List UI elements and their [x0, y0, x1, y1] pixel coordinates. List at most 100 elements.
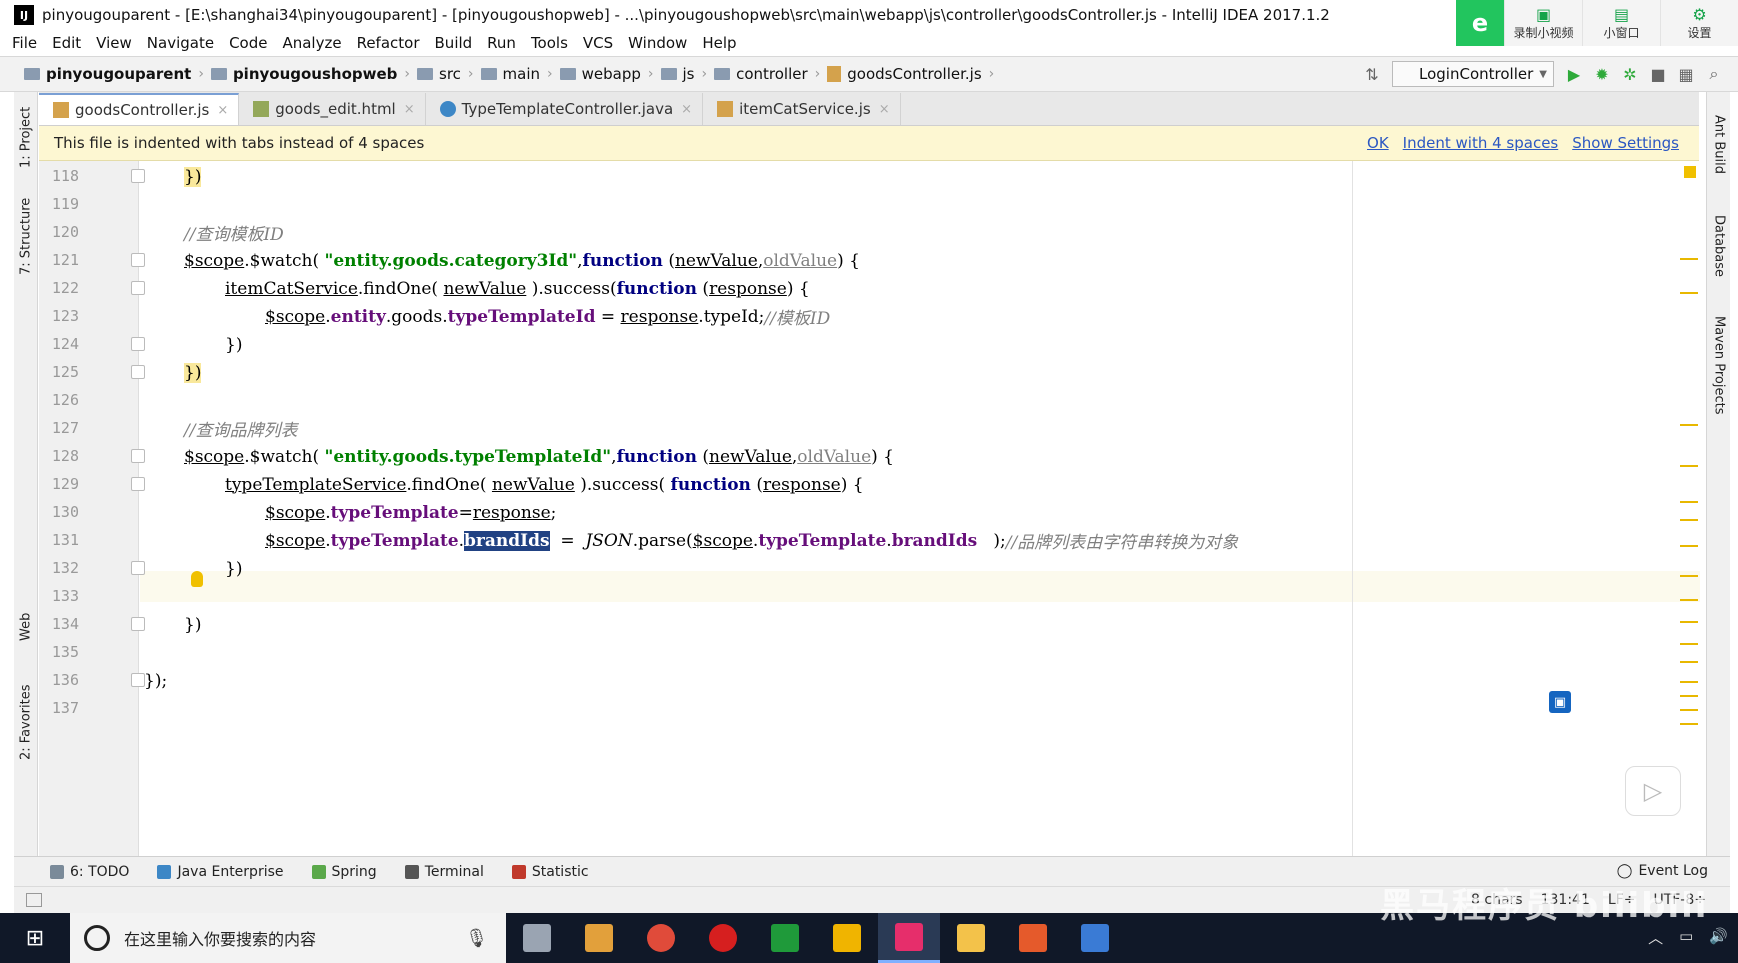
- project-structure-icon[interactable]: ▦: [1672, 61, 1700, 87]
- tab-item-cat-service[interactable]: itemCatService.js ×: [703, 93, 901, 125]
- settings-button[interactable]: ⚙ 设置: [1660, 0, 1738, 46]
- tool-windows-toggle-icon[interactable]: [26, 893, 42, 907]
- mini-window-button[interactable]: ▤ 小窗口: [1582, 0, 1660, 46]
- menu-refactor[interactable]: Refactor: [357, 34, 420, 52]
- fold-marker[interactable]: [131, 281, 145, 295]
- close-icon[interactable]: ×: [217, 103, 228, 118]
- todo-tool-button[interactable]: 6: TODO: [50, 864, 129, 880]
- taskbar-app-green-icon[interactable]: [754, 913, 816, 963]
- menu-build[interactable]: Build: [435, 34, 473, 52]
- menu-code[interactable]: Code: [229, 34, 267, 52]
- code-line-134: }): [184, 614, 202, 635]
- statistic-tool-button[interactable]: Statistic: [511, 864, 589, 880]
- task-view-icon[interactable]: [506, 913, 568, 963]
- tab-type-template-controller[interactable]: TypeTemplateController.java ×: [426, 93, 704, 125]
- tool-tab-ant-build[interactable]: Ant Build: [1707, 98, 1731, 190]
- fold-marker[interactable]: [131, 365, 145, 379]
- code-editor[interactable]: 118 119 120 121 122 123 124 125 126 127 …: [39, 161, 1700, 856]
- menu-window[interactable]: Window: [628, 34, 687, 52]
- taskbar-app-red-icon[interactable]: [692, 913, 754, 963]
- run-icon[interactable]: ▶: [1560, 61, 1588, 87]
- search-icon[interactable]: ⌕: [1700, 61, 1728, 87]
- code-line-130: $scope. typeTemplate = response;: [265, 502, 557, 523]
- java-enterprise-tool-button[interactable]: Java Enterprise: [157, 864, 284, 880]
- line-number: 127: [51, 419, 79, 437]
- left-tool-strip: 1: Project 7: Structure Web 2: Favorites: [14, 92, 38, 856]
- coverage-icon[interactable]: ✲: [1616, 61, 1644, 87]
- menu-file[interactable]: File: [12, 34, 37, 52]
- stop-icon[interactable]: ■: [1644, 61, 1672, 87]
- breadcrumb-src[interactable]: src: [417, 65, 461, 83]
- tab-goods-controller[interactable]: goodsController.js ×: [39, 93, 240, 125]
- spring-tool-button[interactable]: Spring: [311, 864, 377, 880]
- ok-link[interactable]: OK: [1367, 134, 1389, 152]
- fold-marker[interactable]: [131, 449, 145, 463]
- menu-navigate[interactable]: Navigate: [147, 34, 214, 52]
- spring-icon: [311, 864, 326, 879]
- indent-with-4-spaces-link[interactable]: Indent with 4 spaces: [1403, 134, 1559, 152]
- run-config-select[interactable]: LoginController ▼: [1392, 61, 1554, 87]
- build-arrows-icon[interactable]: ⇅: [1358, 61, 1386, 87]
- fold-marker[interactable]: [131, 477, 145, 491]
- menu-tools[interactable]: Tools: [531, 34, 568, 52]
- code-line-124: }): [225, 334, 243, 355]
- fold-marker[interactable]: [131, 169, 145, 183]
- volume-icon[interactable]: 🔊: [1709, 927, 1728, 948]
- breadcrumb-module[interactable]: pinyougoushopweb: [210, 65, 397, 83]
- breadcrumb-file[interactable]: goodsController.js: [827, 65, 982, 83]
- error-stripe[interactable]: [1680, 161, 1698, 856]
- fold-marker[interactable]: [131, 617, 145, 631]
- breadcrumb-js[interactable]: js: [660, 65, 694, 83]
- tool-tab-structure[interactable]: 7: Structure: [14, 190, 38, 282]
- chrome-icon[interactable]: [630, 913, 692, 963]
- network-icon[interactable]: ▭: [1679, 927, 1693, 948]
- fold-marker[interactable]: [131, 253, 145, 267]
- event-log-button[interactable]: ◯ Event Log: [1617, 863, 1708, 879]
- pdf-reader-icon[interactable]: [1002, 913, 1064, 963]
- fold-marker[interactable]: [131, 561, 145, 575]
- intellij-taskbar-icon[interactable]: [878, 913, 940, 963]
- folder-icon: [210, 68, 227, 80]
- taskbar-app-arrow-icon[interactable]: [1064, 913, 1126, 963]
- microphone-icon[interactable]: 🎙: [465, 928, 488, 949]
- breadcrumb-webapp[interactable]: webapp: [559, 65, 641, 83]
- breadcrumb-controller[interactable]: controller: [714, 65, 808, 83]
- tool-tab-project[interactable]: 1: Project: [14, 98, 38, 176]
- play-overlay-button[interactable]: ▷: [1625, 766, 1681, 816]
- tool-tab-maven[interactable]: Maven Projects: [1707, 304, 1731, 426]
- tool-tab-database[interactable]: Database: [1707, 200, 1731, 292]
- breadcrumb-project[interactable]: pinyougouparent: [24, 65, 191, 83]
- terminal-tool-button[interactable]: Terminal: [404, 864, 484, 880]
- editor-tab-bar: goodsController.js × goods_edit.html × Typ…: [39, 92, 1699, 126]
- fold-marker[interactable]: [131, 337, 145, 351]
- windows-start-icon[interactable]: ⊞: [0, 913, 70, 963]
- close-icon[interactable]: ×: [404, 102, 415, 117]
- menu-analyze[interactable]: Analyze: [282, 34, 341, 52]
- breadcrumb-main[interactable]: main: [480, 65, 540, 83]
- menu-edit[interactable]: Edit: [52, 34, 81, 52]
- tool-tab-favorites[interactable]: 2: Favorites: [14, 672, 38, 772]
- close-icon[interactable]: ×: [879, 102, 890, 117]
- menu-vcs[interactable]: VCS: [583, 34, 613, 52]
- breadcrumb-separator: ›: [467, 66, 474, 82]
- file-explorer-icon[interactable]: [940, 913, 1002, 963]
- taskbar-app-yellow-icon[interactable]: [816, 913, 878, 963]
- menu-run[interactable]: Run: [487, 34, 516, 52]
- profile-hint-icon[interactable]: ▣: [1549, 691, 1571, 713]
- tab-goods-edit[interactable]: goods_edit.html ×: [239, 93, 426, 125]
- fold-marker[interactable]: [131, 673, 145, 687]
- line-number: 134: [51, 615, 79, 633]
- menu-help[interactable]: Help: [702, 34, 736, 52]
- window-title: pinyougouparent - [E:\shanghai34\pinyoug…: [42, 6, 1330, 24]
- close-icon[interactable]: ×: [681, 102, 692, 117]
- taskbar-search-input[interactable]: 在这里输入你要搜索的内容 🎙: [70, 913, 506, 963]
- menu-view[interactable]: View: [96, 34, 132, 52]
- record-video-button[interactable]: ▣ 录制小视频: [1504, 0, 1582, 46]
- line-number: 122: [51, 279, 79, 297]
- taskbar-app-1-icon[interactable]: [568, 913, 630, 963]
- tool-tab-web[interactable]: Web: [14, 602, 38, 652]
- lightbulb-icon[interactable]: [191, 571, 203, 587]
- chevron-up-icon[interactable]: ︿: [1648, 927, 1663, 948]
- debug-icon[interactable]: ✹: [1588, 61, 1616, 87]
- show-settings-link[interactable]: Show Settings: [1572, 134, 1679, 152]
